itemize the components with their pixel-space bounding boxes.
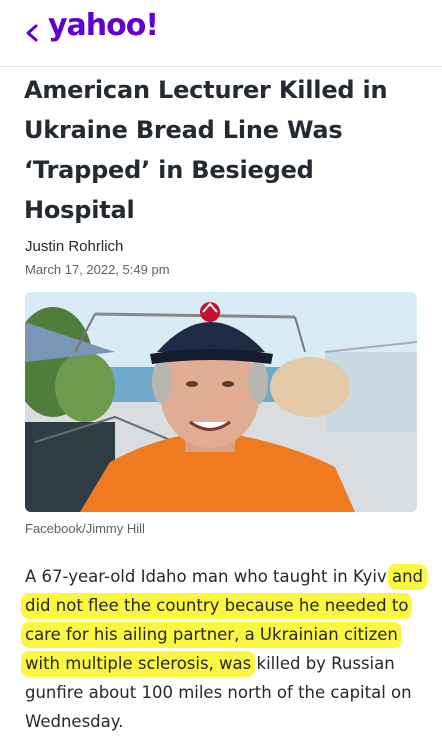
article-photo <box>25 292 417 512</box>
publish-date: March 17, 2022, 5:49 pm <box>25 262 170 277</box>
photo-illustration <box>25 292 417 512</box>
yahoo-logo[interactable]: yahoo! <box>48 8 159 43</box>
app-header: yahoo! <box>0 0 442 67</box>
photo-caption: Facebook/Jimmy Hill <box>25 521 145 536</box>
article-headline: American Lecturer Killed in Ukraine Brea… <box>24 76 388 224</box>
article-body: A 67-year-old Idaho man who taught in Ky… <box>21 562 428 736</box>
author-name[interactable]: Justin Rohrlich <box>25 238 123 255</box>
chevron-left-icon[interactable] <box>22 18 44 48</box>
body-text-intro: A 67-year-old Idaho man who taught in Ky… <box>25 567 392 586</box>
